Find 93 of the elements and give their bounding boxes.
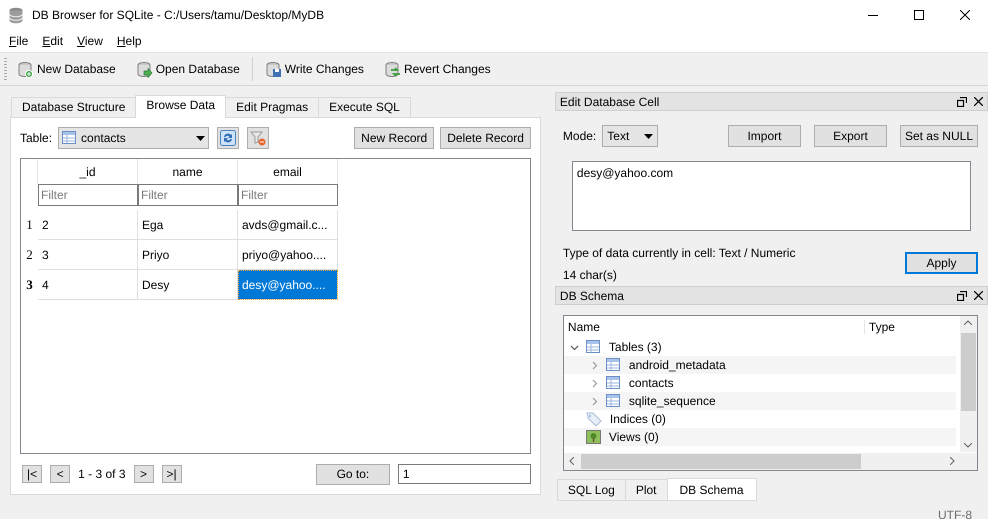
- database-arrows-icon: [384, 60, 401, 78]
- toolbar-button[interactable]: Open Database: [130, 58, 248, 80]
- go-to-button[interactable]: Go to:: [316, 464, 390, 484]
- apply-button[interactable]: Apply: [905, 252, 978, 274]
- cell-action-button[interactable]: Set as NULL: [900, 125, 978, 147]
- table-dropdown[interactable]: contacts: [58, 127, 210, 149]
- table-label: Table:: [20, 131, 52, 145]
- toolbar-button[interactable]: Revert Changes: [378, 58, 499, 80]
- funnel-icon: [250, 130, 266, 146]
- scroll-left-icon[interactable]: [568, 457, 574, 465]
- next-page-button[interactable]: >: [134, 465, 154, 483]
- table-icon: [586, 340, 601, 354]
- mode-dropdown[interactable]: Text: [602, 125, 658, 147]
- table-cell[interactable]: 2: [38, 210, 138, 240]
- cell-value-field[interactable]: desy@yahoo.com: [572, 161, 971, 231]
- table-icon: [606, 358, 621, 372]
- tree-item[interactable]: android_metadata: [564, 356, 956, 374]
- data-type-text: Type of data currently in cell: Text / Numeric: [562, 246, 796, 260]
- menu-item[interactable]: File: [2, 32, 36, 50]
- tree-item[interactable]: Indices (0): [564, 410, 956, 428]
- go-to-field[interactable]: 1: [398, 464, 531, 484]
- table-icon: [606, 394, 621, 408]
- maximize-icon[interactable]: [914, 10, 924, 20]
- tab[interactable]: SQL Log: [556, 479, 625, 501]
- record-range: 1 - 3 of 3: [78, 467, 126, 481]
- vertical-scrollbar[interactable]: [960, 316, 977, 452]
- tag-icon: [586, 412, 602, 426]
- previous-page-button[interactable]: <: [50, 465, 70, 483]
- caret-icon: [196, 136, 206, 140]
- float-icon[interactable]: [957, 290, 967, 300]
- tab[interactable]: Execute SQL: [318, 97, 411, 117]
- horizontal-scrollbar[interactable]: [564, 453, 977, 470]
- table-cell[interactable]: avds@gmail.c...: [238, 210, 338, 240]
- refresh-icon: [220, 130, 236, 146]
- record-button[interactable]: Delete Record: [440, 127, 531, 149]
- database-disk-icon: [264, 60, 282, 78]
- table-icon: [62, 131, 78, 145]
- close-icon[interactable]: [974, 291, 983, 300]
- database-plus-icon: [17, 60, 34, 78]
- window-title: DB Browser for SQLite - C:/Users/tamu/Desktop/MyDB: [32, 8, 324, 22]
- chevron-right-icon[interactable]: [590, 378, 599, 388]
- filter-field[interactable]: Filter: [38, 184, 138, 206]
- float-icon[interactable]: [957, 96, 967, 106]
- record-button[interactable]: New Record: [354, 127, 434, 149]
- row-number[interactable]: 2: [21, 240, 38, 270]
- close-icon[interactable]: [960, 10, 970, 20]
- size-text: 14 char(s): [562, 268, 618, 282]
- table-cell[interactable]: Ega: [138, 210, 238, 240]
- cell-action-button[interactable]: Export: [814, 125, 887, 147]
- table-cell[interactable]: desy@yahoo....: [238, 270, 338, 300]
- tab[interactable]: Database Structure: [11, 97, 136, 117]
- column-header[interactable]: Name: [564, 320, 865, 334]
- table-icon: [606, 376, 621, 390]
- toolbar-button[interactable]: New Database: [11, 58, 124, 80]
- menu-item[interactable]: Edit: [35, 32, 70, 50]
- table-cell[interactable]: 4: [38, 270, 138, 300]
- app-database-icon: [8, 6, 24, 24]
- chevron-right-icon[interactable]: [590, 360, 599, 370]
- caret-icon: [644, 134, 654, 138]
- scroll-down-icon[interactable]: [964, 443, 972, 448]
- tab[interactable]: Plot: [624, 479, 667, 501]
- first-page-button[interactable]: |<: [22, 465, 42, 483]
- image-icon: [586, 430, 601, 444]
- table-cell[interactable]: Priyo: [138, 240, 238, 270]
- row-number[interactable]: 3: [21, 270, 38, 300]
- database-arrow-icon: [136, 60, 153, 78]
- scroll-up-icon[interactable]: [964, 320, 972, 325]
- tree-item[interactable]: Tables (3): [564, 338, 956, 356]
- tab[interactable]: DB Schema: [666, 478, 757, 501]
- tree-item[interactable]: Views (0): [564, 428, 956, 446]
- close-icon[interactable]: [974, 97, 983, 106]
- last-page-button[interactable]: >|: [162, 465, 182, 483]
- refresh-button[interactable]: [217, 127, 240, 149]
- encoding-status: UTF-8: [938, 508, 972, 519]
- clear-filter-button[interactable]: [247, 127, 270, 149]
- dock-title: Edit Database Cell: [560, 94, 660, 108]
- menu-item[interactable]: Help: [110, 32, 149, 50]
- menu-item[interactable]: View: [70, 32, 110, 50]
- chevron-right-icon[interactable]: [590, 396, 599, 406]
- mode-label: Mode:: [562, 129, 596, 143]
- tab[interactable]: Browse Data: [135, 95, 226, 118]
- table-cell[interactable]: 3: [38, 240, 138, 270]
- filter-field[interactable]: Filter: [138, 184, 238, 206]
- dock-title: DB Schema: [560, 288, 625, 302]
- column-header[interactable]: Type: [864, 320, 895, 334]
- row-number[interactable]: 1: [21, 210, 38, 240]
- tree-item[interactable]: contacts: [564, 374, 956, 392]
- tree-item[interactable]: sqlite_sequence: [564, 392, 956, 410]
- chevron-down-icon[interactable]: [570, 342, 579, 352]
- cell-action-button[interactable]: Import: [728, 125, 801, 147]
- toolbar-button[interactable]: Write Changes: [258, 58, 372, 80]
- scroll-right-icon[interactable]: [950, 457, 955, 465]
- filter-field[interactable]: Filter: [238, 184, 338, 206]
